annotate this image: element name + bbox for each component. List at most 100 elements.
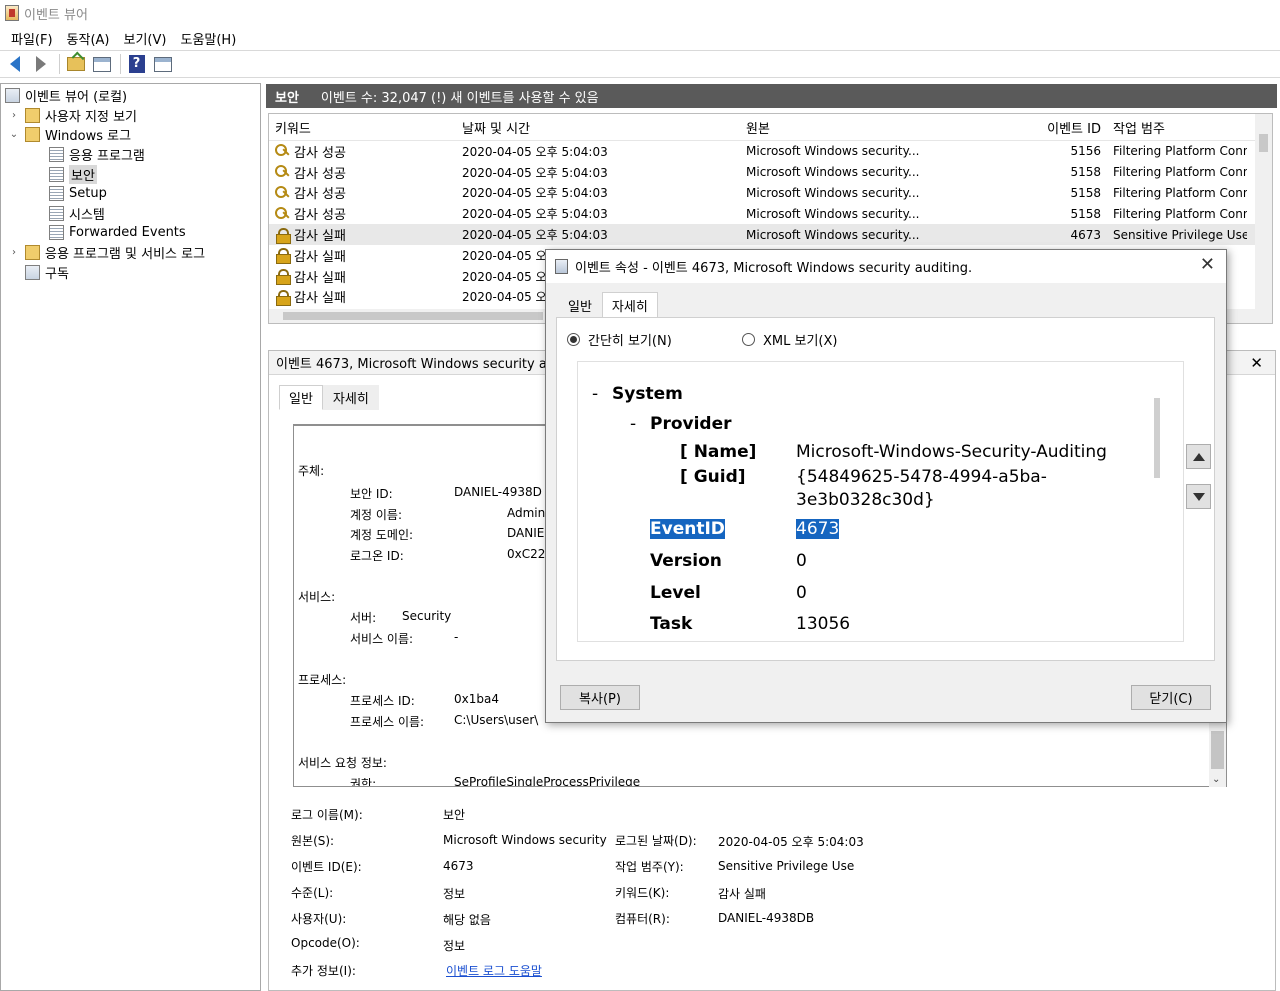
prop-log-name: 보안 — [443, 808, 466, 822]
tree-item-forwarded-events[interactable]: Forwarded Events — [1, 223, 260, 243]
column-header-event-id[interactable]: 이벤트 ID — [1041, 118, 1107, 137]
event-datetime: 2020-04-05 오후 5:04:03 — [462, 207, 608, 222]
event-row[interactable]: 감사 성공 2020-04-05 오후 5:04:03 Microsoft Wind… — [269, 162, 1272, 183]
prop-keywords-label: 키워드(K): — [615, 886, 670, 900]
prop-opcode-label: Opcode(O): — [291, 936, 360, 950]
provider-collapse-toggle[interactable]: - — [630, 414, 636, 434]
desc-logon-id: 0xC22 — [507, 547, 546, 561]
event-keyword: 감사 실패 — [294, 270, 346, 286]
tree-item-application[interactable]: 응용 프로그램 — [1, 145, 260, 165]
menu-action[interactable]: 동작(A) — [60, 29, 117, 48]
event-viewer-icon — [5, 88, 20, 104]
dialog-tab-general[interactable]: 일반 — [558, 292, 602, 320]
scrollbar-thumb[interactable] — [283, 312, 543, 320]
chevron-down-icon[interactable]: ⌄ — [7, 129, 21, 140]
event-id: 5158 — [1070, 206, 1101, 221]
tree-item-applications-and-services-logs[interactable]: › 응용 프로그램 및 서비스 로그 — [1, 243, 260, 263]
event-category: Filtering Platform Connection — [1113, 185, 1247, 200]
tree-item-event-viewer-local[interactable]: 이벤트 뷰어 (로컬) — [1, 86, 260, 106]
close-button[interactable]: 닫기(C) — [1131, 685, 1211, 710]
next-event-button[interactable] — [1186, 484, 1211, 509]
dialog-close-icon[interactable]: ✕ — [1200, 254, 1215, 275]
navigation-tree: 이벤트 뷰어 (로컬) › 사용자 지정 보기 ⌄ Windows 로그 응용 … — [0, 83, 261, 991]
desc-process-id: 0x1ba4 — [454, 692, 499, 706]
tree-item-custom-views[interactable]: › 사용자 지정 보기 — [1, 106, 260, 126]
event-keyword-cell: 감사 실패 — [269, 225, 455, 244]
show-hide-action-pane-button[interactable] — [151, 53, 174, 75]
event-keyword: 감사 실패 — [294, 229, 346, 245]
xml-guid-key: [ Guid] — [680, 467, 746, 487]
event-row[interactable]: 감사 성공 2020-04-05 오후 5:04:03 Microsoft Wind… — [269, 141, 1272, 162]
log-icon — [49, 225, 64, 241]
scrollbar-thumb[interactable] — [1259, 134, 1268, 152]
dialog-tabs: 일반 자세히 — [558, 292, 658, 320]
chevron-right-icon[interactable]: › — [7, 110, 21, 121]
close-icon[interactable]: ✕ — [1250, 354, 1263, 372]
chevron-right-icon[interactable]: › — [7, 247, 21, 258]
tree-item-label: Forwarded Events — [69, 225, 186, 241]
event-source: Microsoft Windows security... — [746, 165, 920, 180]
scroll-down-icon[interactable]: ⌄ — [1212, 774, 1220, 785]
desc-server-label: 서버: — [350, 611, 377, 625]
tree-item-subscriptions[interactable]: 구독 — [1, 262, 260, 282]
column-header-keyword[interactable]: 키워드 — [269, 118, 455, 137]
menu-help[interactable]: 도움말(H) — [173, 29, 243, 48]
copy-button[interactable]: 복사(P) — [560, 685, 640, 710]
dialog-title-bar: 이벤트 속성 - 이벤트 4673, Microsoft Windows sec… — [546, 250, 1226, 283]
menu-view[interactable]: 보기(V) — [117, 29, 174, 48]
scrollbar-thumb[interactable] — [1211, 731, 1224, 769]
prop-level: 정보 — [443, 887, 466, 901]
window-title: 이벤트 뷰어 — [24, 7, 88, 23]
event-list-vertical-scrollbar[interactable] — [1255, 114, 1272, 323]
tab-general[interactable]: 일반 — [279, 385, 323, 410]
scrollbar-thumb[interactable] — [1154, 398, 1160, 478]
tree-item-windows-logs[interactable]: ⌄ Windows 로그 — [1, 125, 260, 145]
tab-details[interactable]: 자세히 — [322, 385, 379, 410]
tree-item-security[interactable]: 보안 — [1, 164, 260, 184]
tree-item-system[interactable]: 시스템 — [1, 204, 260, 224]
audit-failure-lock-icon — [275, 289, 291, 306]
friendly-view-content[interactable]: - System - Provider [ Name] Microsoft-Wi… — [577, 361, 1184, 642]
event-row[interactable]: 감사 실패 2020-04-05 오후 5:04:03 Microsoft Wind… — [269, 224, 1272, 245]
desc-security-id-label: 보안 ID: — [350, 487, 393, 501]
tree-item-label: 보안 — [69, 164, 97, 184]
prop-user-label: 사용자(U): — [291, 912, 347, 926]
radio-selected-icon[interactable] — [567, 333, 580, 346]
prop-task-category-label: 작업 범주(Y): — [615, 860, 684, 874]
column-header-task-category[interactable]: 작업 범주 — [1107, 118, 1247, 137]
action-pane-icon — [153, 56, 172, 72]
tree-item-setup[interactable]: Setup — [1, 184, 260, 204]
tree-item-label: Windows 로그 — [45, 129, 132, 145]
event-row[interactable]: 감사 성공 2020-04-05 오후 5:04:03 Microsoft Wind… — [269, 183, 1272, 204]
dialog-tab-details[interactable]: 자세히 — [601, 292, 658, 320]
audit-failure-lock-icon — [275, 248, 291, 265]
up-folder-button[interactable] — [64, 53, 87, 75]
help-button[interactable]: ? — [125, 53, 148, 75]
xml-eventid-key: EventID — [650, 519, 725, 539]
help-icon: ? — [128, 55, 145, 73]
prop-more-info: 이벤트 로그 도움말 — [446, 962, 542, 979]
forward-button[interactable] — [29, 53, 52, 75]
column-header-datetime[interactable]: 날짜 및 시간 — [455, 118, 739, 137]
audit-success-key-icon — [275, 144, 290, 158]
xml-view-radio[interactable]: XML 보기(X) — [742, 330, 837, 349]
show-hide-console-tree-button[interactable] — [90, 53, 113, 75]
event-keyword-cell: 감사 실패 — [269, 267, 455, 286]
back-button[interactable] — [3, 53, 26, 75]
menu-file[interactable]: 파일(F) — [4, 29, 60, 48]
friendly-view-scrollbar[interactable] — [1153, 378, 1163, 628]
event-id: 5156 — [1070, 144, 1101, 159]
menu-bar: 파일(F) 동작(A) 보기(V) 도움말(H) — [0, 27, 1280, 49]
desc-server: Security — [402, 609, 452, 623]
radio-unselected-icon[interactable] — [742, 333, 755, 346]
friendly-view-radio[interactable]: 간단히 보기(N) — [567, 330, 672, 349]
event-log-help-link[interactable]: 이벤트 로그 도움말 — [446, 964, 542, 978]
forward-arrow-icon — [35, 56, 46, 72]
system-collapse-toggle[interactable]: - — [592, 384, 598, 404]
previous-event-button[interactable] — [1186, 444, 1211, 469]
event-id: 5158 — [1070, 165, 1101, 180]
event-row[interactable]: 감사 성공 2020-04-05 오후 5:04:03 Microsoft Wind… — [269, 203, 1272, 224]
event-category: Filtering Platform Connection — [1113, 165, 1247, 180]
column-header-source[interactable]: 원본 — [739, 118, 1041, 137]
event-source: Microsoft Windows security... — [746, 227, 920, 242]
